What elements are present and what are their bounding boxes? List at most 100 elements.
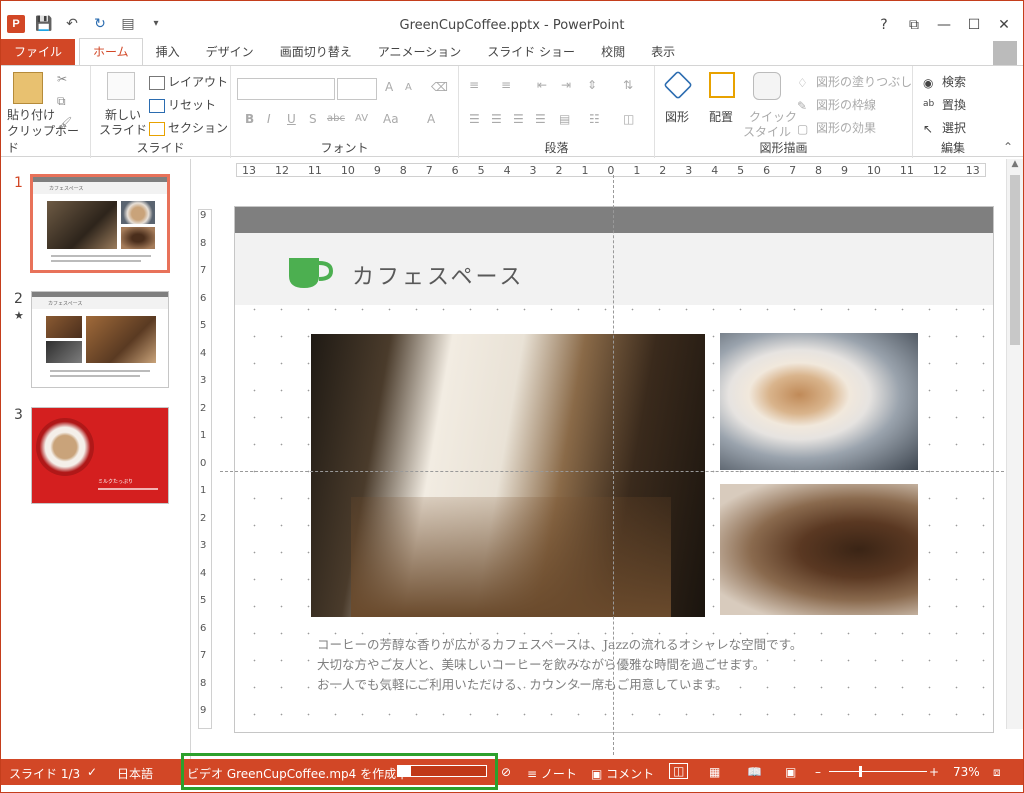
maximize-button[interactable]: ☐ xyxy=(959,13,989,37)
smartart-icon[interactable]: ◫ xyxy=(623,112,634,126)
tab-insert[interactable]: 挿入 xyxy=(143,39,193,65)
spellcheck-icon[interactable]: ✓ xyxy=(87,765,97,779)
slide-thumbnail-1[interactable]: カフェスペース xyxy=(30,174,170,273)
coffee-beans-photo[interactable] xyxy=(720,484,918,615)
horizontal-guide[interactable] xyxy=(220,471,1004,472)
tab-home[interactable]: ホーム xyxy=(79,38,143,65)
numbering-icon[interactable]: ≡ xyxy=(501,78,511,92)
slide-thumbnail-3[interactable]: ミルクたっぷり xyxy=(31,407,169,504)
section-button[interactable]: セクション xyxy=(149,119,228,136)
strikethrough-button[interactable]: abc xyxy=(327,113,345,124)
slide-canvas[interactable]: カフェスペース コーヒーの芳醇な香りが広がるカフェスペースは、Jazzの流れるオ… xyxy=(234,206,994,733)
grow-font-icon[interactable]: A xyxy=(385,80,393,94)
zoom-slider-thumb[interactable] xyxy=(859,766,862,777)
layout-button[interactable]: レイアウト xyxy=(149,73,228,90)
font-size-combo[interactable] xyxy=(337,78,377,100)
quick-styles-icon[interactable] xyxy=(753,72,781,100)
thumb-text xyxy=(98,488,158,490)
slide-thumbnail-2[interactable]: カフェスペース xyxy=(31,291,169,388)
language-indicator[interactable]: 日本語 xyxy=(117,765,153,782)
bullets-icon[interactable]: ≡ xyxy=(469,78,479,92)
copy-icon[interactable]: ⧉ xyxy=(57,94,66,109)
reading-view-icon[interactable]: 📖 xyxy=(747,765,762,779)
change-case-button[interactable]: Aa xyxy=(383,112,399,126)
columns-icon[interactable]: ☷ xyxy=(589,112,600,126)
zoom-in-button[interactable]: + xyxy=(929,765,939,779)
notes-button[interactable]: ≡ ノート xyxy=(527,765,577,782)
scroll-thumb[interactable] xyxy=(1010,175,1020,345)
normal-view-icon[interactable]: ◫ xyxy=(669,763,689,779)
cut-icon[interactable]: ✂ xyxy=(57,72,67,86)
justify-icon[interactable]: ☰ xyxy=(535,112,546,126)
tab-review[interactable]: 校閲 xyxy=(588,39,638,65)
arrange-button[interactable]: 配置 xyxy=(709,108,733,125)
zoom-out-button[interactable]: – xyxy=(815,765,821,779)
close-button[interactable]: ✕ xyxy=(989,13,1019,37)
new-slide-label-2[interactable]: スライド xyxy=(99,121,147,138)
arrange-icon[interactable] xyxy=(709,72,735,98)
zoom-slider[interactable] xyxy=(829,771,927,772)
cancel-export-icon[interactable]: ⊘ xyxy=(501,765,511,779)
select-button[interactable]: ↖ 選択 xyxy=(923,119,966,136)
font-family-combo[interactable] xyxy=(237,78,335,100)
slide-title[interactable]: カフェスペース xyxy=(352,259,524,291)
line-spacing-icon[interactable]: ⇕ xyxy=(587,78,597,92)
shadow-button[interactable]: S xyxy=(309,112,317,126)
slide-sorter-icon[interactable]: ▦ xyxy=(709,765,720,779)
tab-file[interactable]: ファイル xyxy=(1,39,76,65)
fit-slide-icon[interactable]: ⧈ xyxy=(993,765,1001,780)
decrease-indent-icon[interactable]: ⇤ xyxy=(537,78,547,92)
ruler-tick-label: 4 xyxy=(200,347,207,359)
paste-button[interactable]: 貼り付け xyxy=(7,106,55,123)
slideshow-view-icon[interactable]: ▣ xyxy=(785,765,796,779)
vertical-scrollbar[interactable]: ▲ xyxy=(1006,159,1023,729)
slide-body-text[interactable]: コーヒーの芳醇な香りが広がるカフェスペースは、Jazzの流れるオシャレな空間です… xyxy=(317,635,802,695)
find-button[interactable]: ◉ 検索 xyxy=(923,73,966,90)
comments-button[interactable]: ▣ コメント xyxy=(591,765,654,782)
shape-effects-button[interactable]: ▢ 図形の効果 xyxy=(797,119,876,136)
underline-button[interactable]: U xyxy=(287,112,296,126)
clear-format-icon[interactable]: ⌫ xyxy=(431,80,448,94)
shape-outline-icon: ✎ xyxy=(797,98,808,113)
font-color-button[interactable]: A xyxy=(427,112,435,126)
char-spacing-button[interactable]: AV xyxy=(355,113,368,124)
quick-styles-label-2[interactable]: スタイル xyxy=(743,123,791,140)
ribbon-display-button[interactable]: ⧉ xyxy=(899,13,929,37)
paste-icon[interactable] xyxy=(13,72,43,104)
thumb-cup-photo xyxy=(36,418,94,476)
shape-fill-button[interactable]: ♢ 図形の塗りつぶし xyxy=(797,73,912,90)
thumb-coffee-photo xyxy=(46,316,82,338)
increase-indent-icon[interactable]: ⇥ xyxy=(561,78,571,92)
vertical-guide[interactable] xyxy=(613,175,614,755)
tab-view[interactable]: 表示 xyxy=(638,39,688,65)
tab-transitions[interactable]: 画面切り替え xyxy=(267,39,365,65)
minimize-button[interactable]: — xyxy=(929,13,959,37)
align-center-icon[interactable]: ☰ xyxy=(491,112,502,126)
ruler-tick-label: 3 xyxy=(529,163,537,177)
ruler-tick-label: 1 xyxy=(633,163,641,177)
zoom-level[interactable]: 73% xyxy=(953,765,980,779)
help-button[interactable]: ? xyxy=(869,13,899,37)
tab-design[interactable]: デザイン xyxy=(193,39,267,65)
replace-icon: ab xyxy=(923,98,935,109)
latte-art-photo[interactable] xyxy=(720,333,918,470)
collapse-ribbon-icon[interactable]: ⌃ xyxy=(1003,140,1013,154)
italic-button[interactable]: I xyxy=(267,112,271,126)
shapes-button[interactable]: 図形 xyxy=(665,108,689,125)
cafe-interior-photo[interactable] xyxy=(311,334,705,617)
shapes-icon[interactable] xyxy=(663,70,693,100)
scroll-up-icon[interactable]: ▲ xyxy=(1007,159,1023,173)
align-left-icon[interactable]: ☰ xyxy=(469,112,480,126)
tab-animations[interactable]: アニメーション xyxy=(365,39,475,65)
user-avatar[interactable] xyxy=(993,41,1017,65)
new-slide-icon[interactable] xyxy=(107,72,135,100)
shape-outline-button[interactable]: ✎ 図形の枠線 xyxy=(797,96,876,113)
replace-button[interactable]: ab 置換 xyxy=(923,96,966,113)
distributed-icon[interactable]: ▤ xyxy=(559,112,570,126)
bold-button[interactable]: B xyxy=(245,112,254,126)
tab-slideshow[interactable]: スライド ショー xyxy=(474,39,588,65)
shrink-font-icon[interactable]: A xyxy=(405,82,412,93)
align-right-icon[interactable]: ☰ xyxy=(513,112,524,126)
text-direction-icon[interactable]: ⇅ xyxy=(623,78,633,92)
reset-button[interactable]: リセット xyxy=(149,96,216,113)
